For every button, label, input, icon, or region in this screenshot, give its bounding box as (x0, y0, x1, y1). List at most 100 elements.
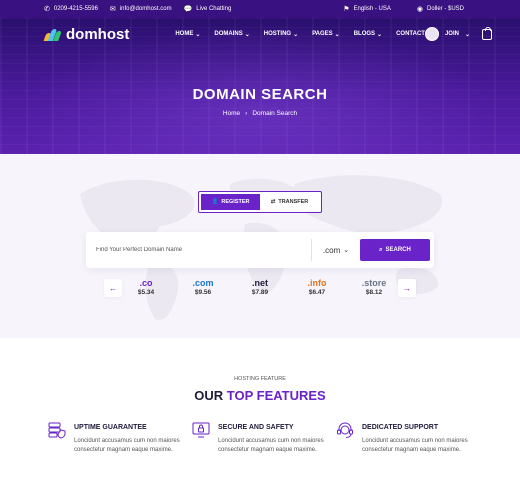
breadcrumb-home-link[interactable]: Home (223, 110, 240, 117)
nav-item-label: DOMAINS (214, 31, 243, 37)
language-label: English - USA (353, 6, 391, 12)
hero-banner: domhost HOME ⌄ DOMAINS ⌄ HOSTING ⌄ PAGES ⌄ B… (0, 18, 520, 154)
feature-title: UPTIME GUARANTEE (74, 424, 147, 431)
currency-selector[interactable]: ◉ Doller - $USD (417, 5, 464, 13)
tld-ext: .store (361, 278, 387, 288)
tld-price: $7.89 (251, 289, 269, 296)
tld-select-value: .com (322, 245, 341, 255)
tab-transfer[interactable]: ⇄ TRANSFER (260, 194, 319, 210)
tld-item[interactable]: .info $6.47 (297, 278, 337, 296)
tld-price: $8.12 (365, 289, 383, 296)
join-button[interactable]: JOIN (445, 31, 459, 37)
nav-item-hosting[interactable]: HOSTING ⌄ (264, 31, 298, 38)
nav-item-home[interactable]: HOME ⌄ (175, 31, 200, 38)
flag-icon: ⚑ (343, 6, 350, 13)
nav-item-contact[interactable]: CONTACT (396, 31, 425, 38)
topbar-chat-text: Live Chatting (196, 6, 232, 12)
prev-arrow-button[interactable]: ← (104, 279, 122, 297)
cart-icon[interactable] (482, 26, 493, 40)
nav-item-label: HOSTING (263, 31, 292, 37)
page-title: DOMAIN SEARCH (192, 86, 328, 103)
shuffle-icon: ⇄ (270, 199, 276, 205)
lock-screen-icon (192, 422, 210, 438)
topbar-phone-text: 0209-4215-5596 (53, 6, 98, 12)
next-arrow-button[interactable]: → (398, 279, 416, 297)
feature-card: UPTIME GUARANTEE Loncidunt accusamus cum… (48, 421, 198, 455)
logo-mark-icon (43, 27, 62, 41)
tld-item[interactable]: .store $8.12 (354, 278, 394, 296)
coin-icon: ◉ (416, 6, 423, 13)
tld-item[interactable]: .com $9.56 (183, 278, 223, 296)
feature-card: DEDICATED SUPPORT Loncidunt accusamus cu… (336, 421, 486, 455)
topbar-chat[interactable]: 💬 Live Chatting (184, 5, 232, 13)
nav-item-blogs[interactable]: BLOGS ⌄ (354, 31, 382, 38)
arrow-left-icon: ← (109, 283, 117, 293)
breadcrumb: Home › Domain Search (0, 110, 520, 117)
chevron-down-icon: ⌄ (293, 31, 299, 38)
chevron-down-icon: ⌄ (334, 31, 340, 38)
top-bar: ✆ 0209-4215-5596 ✉ info@domhost.com 💬 Li… (0, 0, 520, 18)
breadcrumb-separator: › (245, 110, 248, 117)
currency-label: Doller - $USD (426, 6, 464, 12)
server-shield-icon (48, 422, 66, 439)
tld-ext: .co (139, 278, 153, 288)
breadcrumb-current: Domain Search (252, 110, 298, 117)
tab-transfer-label: TRANSFER (278, 199, 309, 205)
tld-price: $5.34 (137, 289, 155, 296)
tld-item[interactable]: .net $7.89 (240, 278, 280, 296)
user-plus-icon: 👤 (211, 199, 219, 205)
chat-icon: 💬 (183, 6, 193, 13)
section-subtitle: HOSTING FEATURE (234, 376, 286, 382)
avatar[interactable] (424, 27, 439, 41)
brand-name: domhost (66, 25, 130, 43)
feature-card: SECURE AND SAFETY Loncidunt accusamus cu… (192, 421, 342, 455)
tld-price-list: .co $5.34 .com $9.56 .net $7.89 .info $6… (126, 278, 394, 296)
search-mode-toggle: 👤 REGISTER ⇄ TRANSFER (198, 191, 322, 213)
domain-search-bar: .com ⌄ ⌕ SEARCH (86, 232, 434, 268)
topbar-email[interactable]: ✉ info@domhost.com (110, 5, 172, 13)
chevron-down-icon: ⌄ (244, 31, 250, 38)
search-icon: ⌕ (379, 246, 383, 253)
feature-text: Loncidunt accusamus cum non maiores cons… (362, 438, 468, 453)
arrow-right-icon: → (403, 283, 411, 293)
section-title: OUR TOP FEATURES (0, 388, 520, 403)
chevron-down-icon: ⌄ (377, 31, 383, 38)
domain-search-input[interactable] (90, 247, 311, 253)
nav-item-label: HOME (175, 31, 194, 37)
main-nav: domhost HOME ⌄ DOMAINS ⌄ HOSTING ⌄ PAGES ⌄ B… (0, 18, 520, 50)
section-title-plain: OUR (194, 388, 227, 403)
domain-search-section: 👤 REGISTER ⇄ TRANSFER .com ⌄ ⌕ SEARCH ← … (0, 154, 520, 338)
chevron-down-icon: ⌄ (195, 31, 201, 38)
chevron-down-icon: ⌄ (464, 31, 471, 38)
nav-menu: HOME ⌄ DOMAINS ⌄ HOSTING ⌄ PAGES ⌄ BLOGS ⌄ CO… (175, 31, 425, 38)
headset-icon (337, 422, 353, 438)
feature-text: Loncidunt accusamus cum non maiores cons… (74, 438, 180, 453)
nav-item-domains[interactable]: DOMAINS ⌄ (214, 31, 249, 38)
tld-price: $6.47 (308, 289, 326, 296)
tab-register[interactable]: 👤 REGISTER (201, 194, 260, 210)
language-selector[interactable]: ⚑ English - USA (343, 5, 391, 13)
feature-title: DEDICATED SUPPORT (362, 424, 439, 431)
chevron-down-icon: ⌄ (343, 247, 350, 254)
feature-text: Loncidunt accusamus cum non maiores cons… (218, 438, 324, 453)
search-button-label: SEARCH (385, 247, 411, 253)
topbar-phone[interactable]: ✆ 0209-4215-5596 (44, 5, 98, 13)
mail-icon: ✉ (109, 6, 116, 13)
tab-register-label: REGISTER (221, 199, 250, 205)
brand-logo[interactable]: domhost (43, 25, 130, 43)
nav-item-label: BLOGS (353, 31, 376, 37)
tld-select[interactable]: .com ⌄ (312, 246, 360, 255)
tld-item[interactable]: .co $5.34 (126, 278, 166, 296)
feature-title: SECURE AND SAFETY (218, 424, 294, 431)
topbar-email-text: info@domhost.com (119, 6, 172, 12)
tld-ext: .com (192, 278, 214, 288)
tld-price: $9.56 (194, 289, 212, 296)
nav-item-label: CONTACT (396, 31, 425, 37)
phone-icon: ✆ (44, 6, 50, 13)
tld-ext: .info (307, 278, 327, 288)
tld-ext: .net (251, 278, 268, 288)
search-button[interactable]: ⌕ SEARCH (360, 239, 430, 261)
section-title-accent: TOP FEATURES (226, 388, 326, 403)
nav-item-pages[interactable]: PAGES ⌄ (312, 31, 340, 38)
nav-item-label: PAGES (312, 31, 333, 37)
